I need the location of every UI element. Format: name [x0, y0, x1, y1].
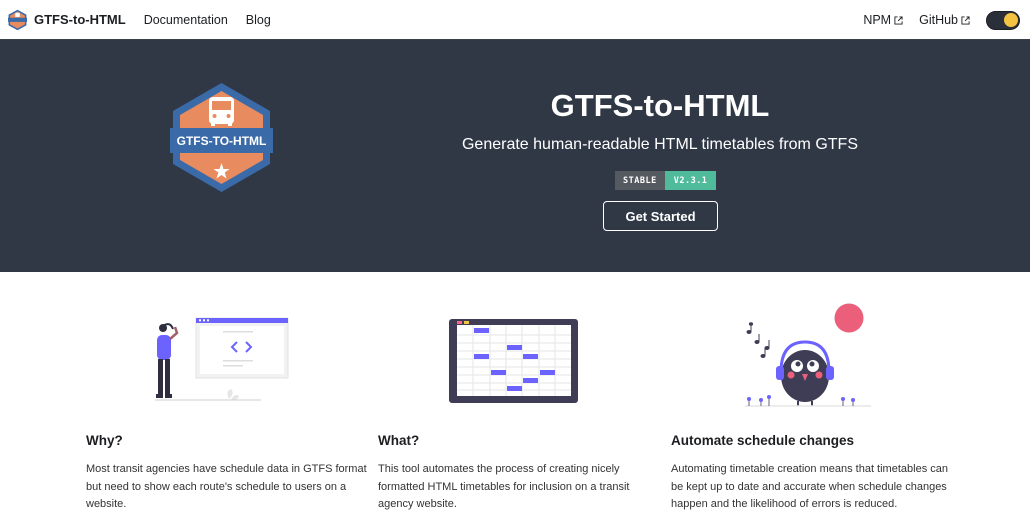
badge-version: V2.3.1 [664, 171, 717, 190]
external-link-icon [961, 15, 970, 25]
feature-title: Automate schedule changes [671, 433, 855, 448]
nav-link-github[interactable]: GitHub [919, 13, 970, 27]
brand-title: GTFS-to-HTML [34, 12, 126, 27]
bus-logo-icon [8, 9, 27, 30]
theme-toggle-icon [1004, 12, 1018, 27]
brand-link[interactable]: GTFS-to-HTML [8, 9, 126, 31]
nav-link-blog[interactable]: Blog [246, 13, 271, 27]
music-bird-illustration [745, 303, 871, 407]
navbar: GTFS-to-HTML Documentation Blog NPM GitH… [0, 0, 1030, 40]
external-link-icon [894, 15, 903, 25]
logo-text: GTFS-TO-HTML [177, 134, 267, 148]
gtfs-logo: GTFS-TO-HTML [170, 83, 273, 192]
hero-title: GTFS-to-HTML [550, 88, 770, 123]
nav-link-documentation[interactable]: Documentation [144, 13, 228, 27]
feature-text: Most transit agencies have schedule data… [86, 463, 367, 510]
timetable-tablet-illustration [449, 319, 578, 403]
version-badge[interactable]: STABLE V2.3.1 [615, 171, 717, 190]
nav-link-npm[interactable]: NPM [863, 13, 903, 27]
nav-link-github-label: GitHub [919, 13, 958, 27]
code-window-illustration [155, 317, 289, 401]
feature-title: Why? [86, 433, 123, 448]
nav-link-npm-label: NPM [863, 13, 892, 27]
get-started-button[interactable]: Get Started [603, 201, 718, 231]
badge-label: STABLE [615, 171, 665, 190]
feature-text: Automating timetable creation means that… [671, 463, 948, 510]
feature-text: This tool automates the process of creat… [378, 463, 630, 510]
feature-title: What? [378, 433, 420, 448]
hero-subtitle: Generate human-readable HTML timetables … [461, 136, 858, 153]
hero-banner: GTFS-TO-HTML GTFS-to-HTML Generate human… [0, 40, 1030, 272]
theme-toggle[interactable] [986, 10, 1020, 30]
